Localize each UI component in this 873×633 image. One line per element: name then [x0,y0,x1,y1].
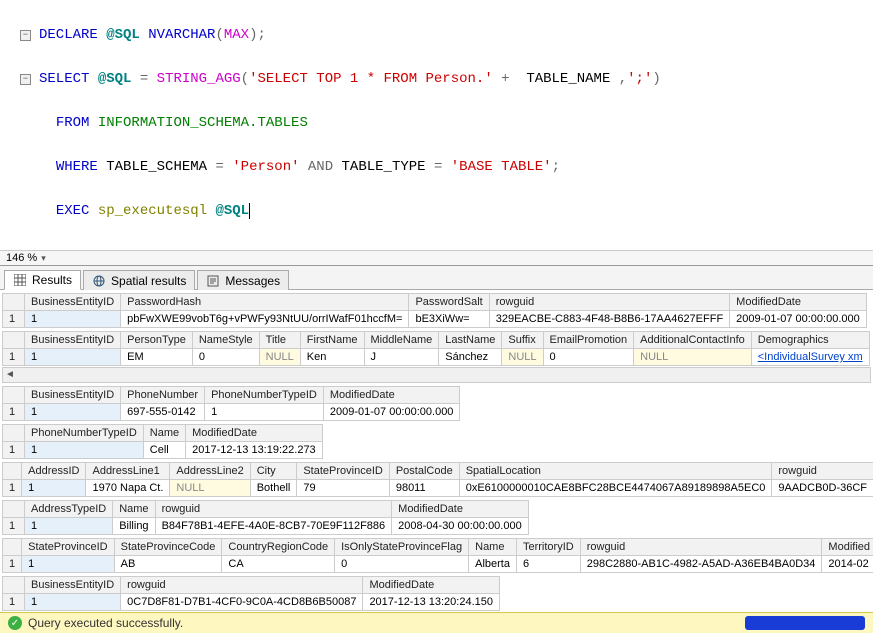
kw-select: SELECT [39,71,89,87]
table-row: 11697-555-014212009-01-07 00:00:00.000 [3,404,460,421]
result-grid-6[interactable]: AddressTypeIDNamerowguidModifiedDate 11B… [2,500,529,535]
result-grid-2[interactable]: BusinessEntityIDPersonTypeNameStyleTitle… [2,331,870,366]
kw-and: AND [308,159,333,175]
zoom-level[interactable]: 146 %▾ [0,250,873,266]
result-grid-7[interactable]: StateProvinceIDStateProvinceCodeCountryR… [2,538,873,573]
scroll-left-arrow-icon: ◄ [5,369,15,380]
redacted-info [745,616,865,630]
kw-from: FROM [56,115,90,131]
status-bar: ✓ Query executed successfully. [0,612,873,633]
messages-icon [206,274,220,288]
fold-icon[interactable]: − [20,74,31,85]
tab-results[interactable]: Results [4,270,81,290]
result-grid-5[interactable]: AddressIDAddressLine1AddressLine2CitySta… [2,462,873,497]
tab-messages[interactable]: Messages [197,270,289,290]
table-row: 110C7D8F81-D7B1-4CF0-9C0A-4CD8B6B5008720… [3,594,500,611]
sql-editor[interactable]: −DECLARE @SQL NVARCHAR(MAX); −SELECT @SQ… [0,0,873,250]
table-row: 11EM0NULLKenJSánchezNULL0NULL<Individual… [3,349,870,366]
result-grid-8[interactable]: BusinessEntityIDrowguidModifiedDate 110C… [2,576,500,611]
grid-icon [13,273,27,287]
table-row: 111970 Napa Ct.NULLBothell79980110xE6100… [3,480,873,497]
table-row: 11Cell2017-12-13 13:19:22.273 [3,442,323,459]
result-grid-3[interactable]: BusinessEntityIDPhoneNumberPhoneNumberTy… [2,386,460,421]
sql-string: 'SELECT TOP 1 * FROM Person.' [249,71,493,87]
kw-exec: EXEC [56,203,90,219]
kw-declare: DECLARE [39,27,98,43]
results-tabbar: Results Spatial results Messages [0,266,873,290]
table-row: 11pbFwXWE99vobT6g+vPWFy93NtUU/orrIWafF01… [3,311,867,328]
result-grid-1[interactable]: BusinessEntityIDPasswordHashPasswordSalt… [2,293,867,328]
sql-var: @SQL [106,27,140,43]
text-cursor [249,203,250,219]
xml-link[interactable]: <IndividualSurvey xm [751,349,869,366]
result-grid-4[interactable]: PhoneNumberTypeIDNameModifiedDate 11Cell… [2,424,323,459]
kw-max: MAX [224,27,249,43]
sp-name: sp_executesql [98,203,207,219]
results-panel: BusinessEntityIDPasswordHashPasswordSalt… [0,290,873,612]
table-row: 11BillingB84F78B1-4EFE-4A0E-8CB7-70E9F11… [3,518,529,535]
kw-nvarchar: NVARCHAR [148,27,215,43]
tab-spatial[interactable]: Spatial results [83,270,195,290]
schema-table: INFORMATION_SCHEMA.TABLES [98,115,308,131]
success-icon: ✓ [8,616,22,630]
chevron-down-icon[interactable]: ▾ [41,253,46,264]
status-text: Query executed successfully. [28,616,183,630]
globe-icon [92,274,106,288]
kw-where: WHERE [56,159,98,175]
fn-string-agg: STRING_AGG [157,71,241,87]
fold-icon[interactable]: − [20,30,31,41]
horizontal-scrollbar[interactable]: ◄ [2,367,871,383]
